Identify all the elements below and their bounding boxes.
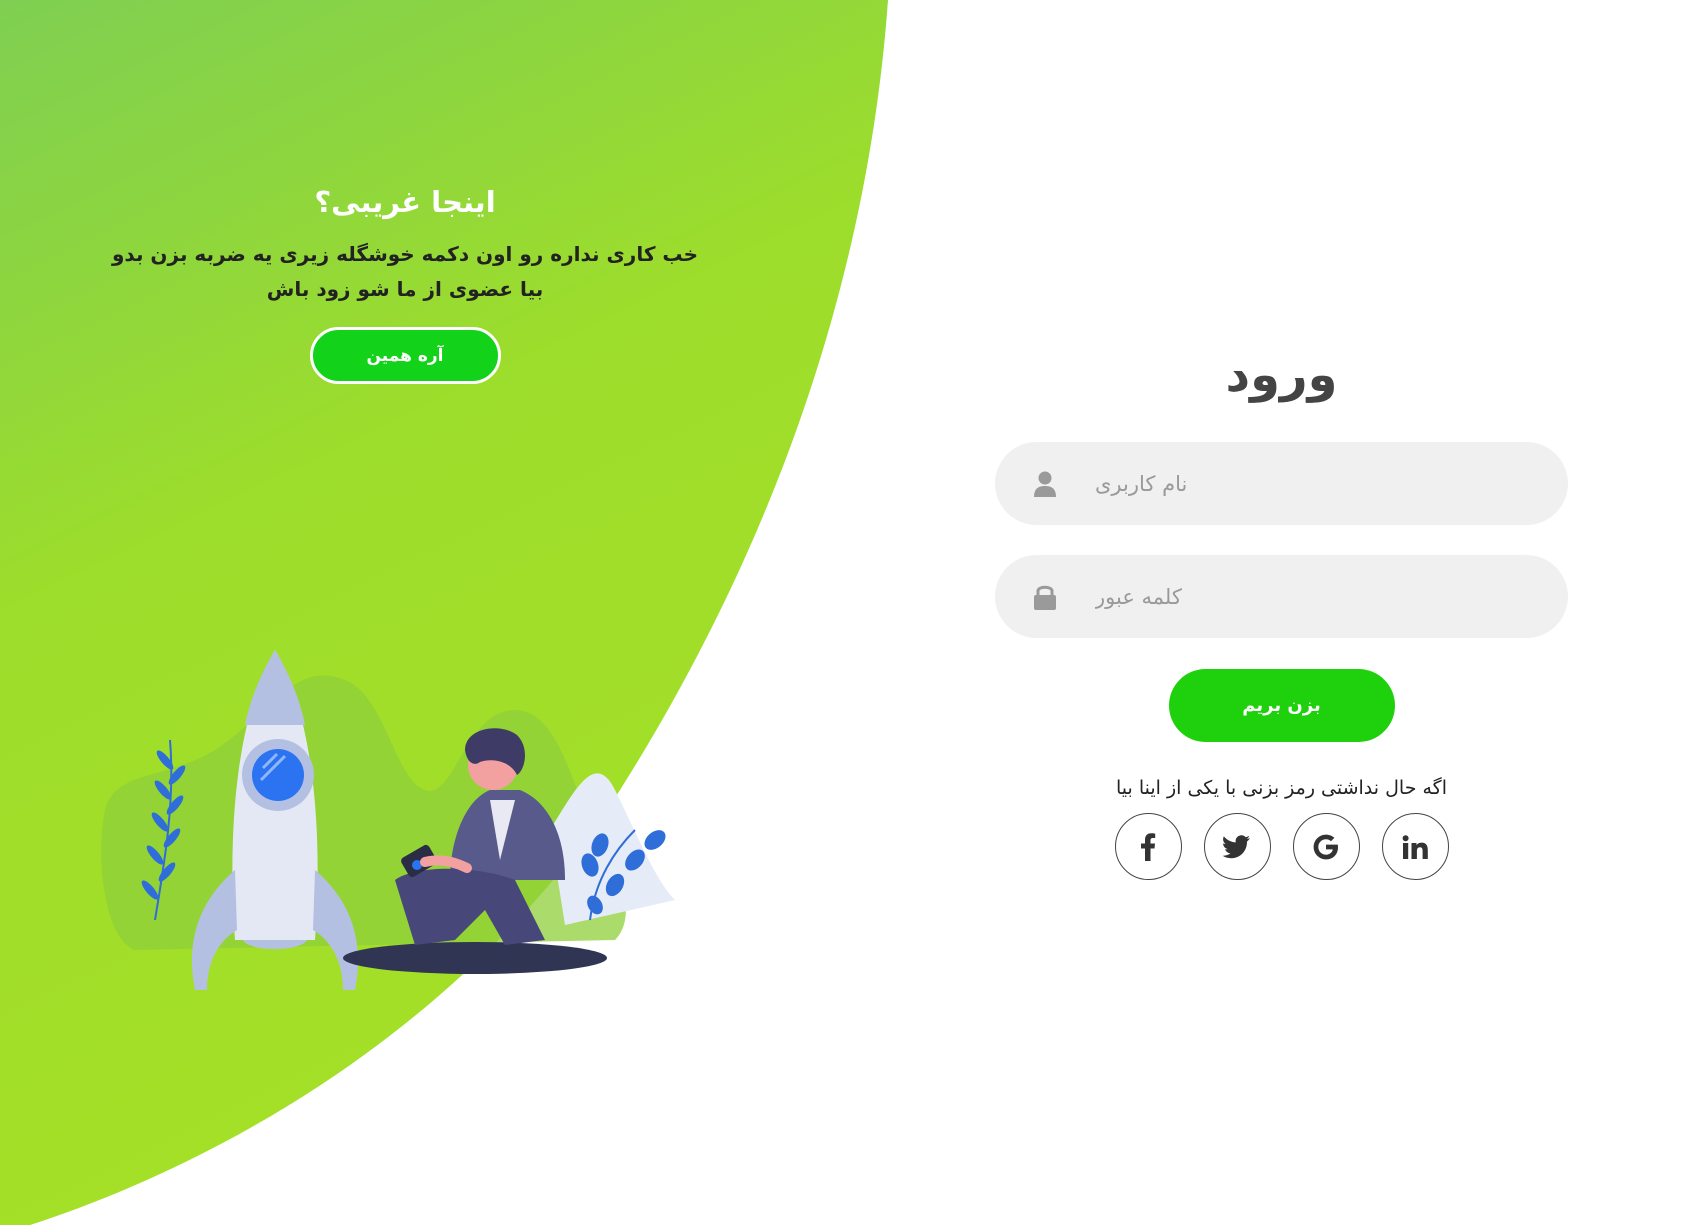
username-input[interactable]	[1095, 442, 1568, 525]
login-form: ورود بزن بریم اگه حال نداشتی رمز بزنی با…	[995, 340, 1568, 880]
social-login-text: اگه حال نداشتی رمز بزنی با یکی از اینا ب…	[1115, 777, 1447, 799]
google-button[interactable]	[1292, 813, 1360, 880]
password-input[interactable]	[1095, 555, 1568, 638]
signup-title: اینجا غریبی؟	[314, 185, 496, 219]
signup-button[interactable]: آره همین	[309, 327, 501, 384]
login-title: ورود	[1225, 347, 1338, 403]
login-page: اینجا غریبی؟ خب کاری نداره رو اون دکمه خ…	[0, 0, 1704, 1225]
rocket-person-illustration	[101, 650, 675, 990]
facebook-icon	[1141, 832, 1156, 861]
twitter-icon	[1223, 834, 1250, 858]
linkedin-icon	[1402, 834, 1428, 859]
username-field[interactable]	[995, 442, 1568, 525]
user-icon	[995, 470, 1095, 498]
signup-description: خب کاری نداره رو اون دکمه خوشگله زیری یه…	[111, 242, 699, 301]
social-links	[995, 813, 1568, 880]
lock-icon	[995, 583, 1095, 611]
linkedin-button[interactable]	[1381, 813, 1449, 880]
login-button[interactable]: بزن بریم	[1168, 669, 1395, 742]
twitter-button[interactable]	[1203, 813, 1271, 880]
facebook-button[interactable]	[1114, 813, 1182, 880]
password-field[interactable]	[995, 555, 1568, 638]
signup-panel: اینجا غریبی؟ خب کاری نداره رو اون دکمه خ…	[100, 185, 710, 384]
google-icon	[1313, 834, 1338, 859]
